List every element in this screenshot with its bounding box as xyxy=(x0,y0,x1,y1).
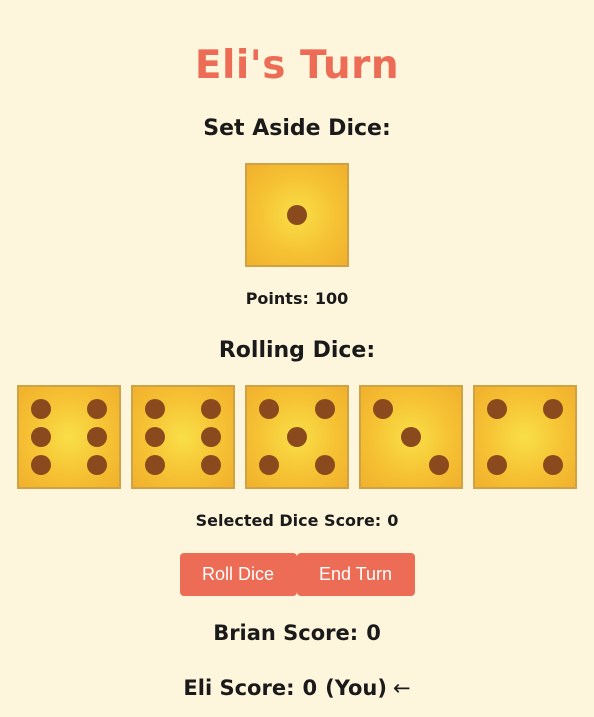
selected-score-line: Selected Dice Score: 0 xyxy=(0,510,594,532)
die-pip xyxy=(31,455,51,475)
set-aside-die xyxy=(245,163,349,267)
selected-score-label: Selected Dice Score: xyxy=(195,511,382,530)
rolling-die[interactable] xyxy=(359,385,463,489)
die-pip xyxy=(429,455,449,475)
die-pip xyxy=(401,427,421,447)
end-turn-button[interactable]: End Turn xyxy=(296,553,415,596)
die-pip xyxy=(201,455,221,475)
die-pip xyxy=(315,399,335,419)
rolling-die[interactable] xyxy=(473,385,577,489)
die-pip xyxy=(543,399,563,419)
die-pip xyxy=(373,399,393,419)
die-pip xyxy=(31,399,51,419)
selected-score-value: 0 xyxy=(387,511,399,530)
die-pip xyxy=(145,399,165,419)
score-brian: Brian Score: 0 xyxy=(0,618,594,648)
rolling-die[interactable] xyxy=(131,385,235,489)
die-pip xyxy=(543,455,563,475)
set-aside-heading: Set Aside Dice: xyxy=(203,116,391,141)
set-aside-dice-row xyxy=(245,163,349,267)
action-buttons: Roll Dice End Turn xyxy=(0,553,594,596)
die-pip xyxy=(201,427,221,447)
rolling-heading: Rolling Dice: xyxy=(218,338,376,363)
arrow-left-icon: ← xyxy=(392,676,411,700)
turn-title: Eli's Turn xyxy=(194,43,400,88)
you-tag: (You) xyxy=(325,676,387,700)
die-pip xyxy=(145,427,165,447)
score-value: 0 xyxy=(302,676,318,700)
die-pip xyxy=(315,455,335,475)
die-pip xyxy=(287,427,307,447)
die-pip xyxy=(259,399,279,419)
die-pip xyxy=(487,455,507,475)
score-label: Eli Score: xyxy=(183,676,295,700)
score-eli: Eli Score: 0 (You) ← xyxy=(0,673,594,703)
points-line: Points: 100 xyxy=(0,288,594,310)
rolling-dice-row xyxy=(0,385,594,489)
rolling-die[interactable] xyxy=(17,385,121,489)
points-label: Points: xyxy=(245,289,309,308)
rolling-die[interactable] xyxy=(245,385,349,489)
die-pip xyxy=(31,427,51,447)
die-pip xyxy=(87,455,107,475)
points-value: 100 xyxy=(314,289,349,308)
game-screen: Eli's Turn Set Aside Dice: Points: 100 Ro… xyxy=(0,0,594,717)
die-pip xyxy=(201,399,221,419)
score-label: Brian Score: xyxy=(213,621,359,645)
die-pip xyxy=(145,455,165,475)
roll-dice-button[interactable]: Roll Dice xyxy=(179,553,297,596)
die-pip xyxy=(287,205,307,225)
die-pip xyxy=(259,455,279,475)
die-pip xyxy=(87,427,107,447)
score-value: 0 xyxy=(366,621,381,645)
die-pip xyxy=(487,399,507,419)
die-pip xyxy=(87,399,107,419)
